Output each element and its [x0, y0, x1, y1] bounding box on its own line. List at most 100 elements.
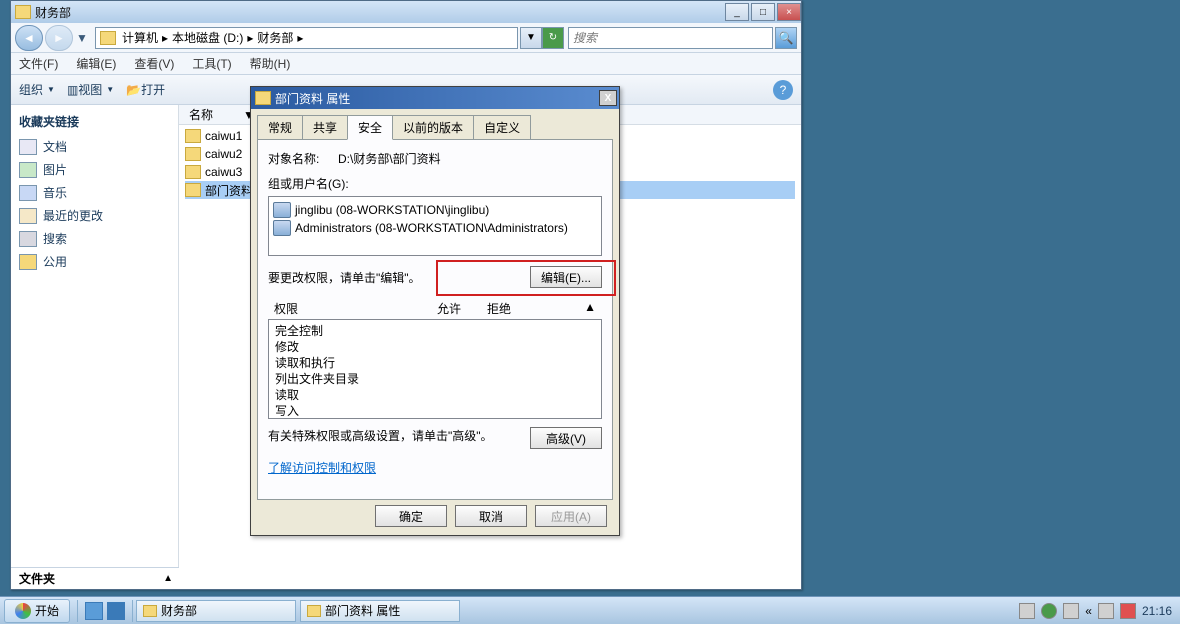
- advanced-button[interactable]: 高级(V): [530, 427, 602, 449]
- open-button[interactable]: 📂 打开: [126, 81, 165, 98]
- tab-1[interactable]: 共享: [302, 115, 348, 139]
- folder-icon: [307, 605, 321, 617]
- scroll-up-icon[interactable]: ▲: [584, 300, 596, 317]
- window-title: 财务部: [35, 4, 71, 21]
- groups-list[interactable]: jinglibu (08-WORKSTATION\jinglibu)Admini…: [268, 196, 602, 256]
- menu-tools[interactable]: 工具(T): [192, 55, 231, 72]
- refresh-button[interactable]: ↻: [542, 27, 564, 49]
- tray-icon[interactable]: [1019, 603, 1035, 619]
- apply-button[interactable]: 应用(A): [535, 505, 607, 527]
- tab-3[interactable]: 以前的版本: [392, 115, 474, 139]
- menu-edit[interactable]: 编辑(E): [76, 55, 116, 72]
- recent-icon: [19, 208, 37, 224]
- pic-icon: [19, 162, 37, 178]
- taskbar-item[interactable]: 部门资料 属性: [300, 600, 460, 622]
- history-dropdown[interactable]: ▼: [75, 31, 89, 45]
- public-icon: [19, 254, 37, 270]
- chevron-up-icon: ▲: [163, 573, 173, 584]
- tab-4[interactable]: 自定义: [473, 115, 531, 139]
- minimize-button[interactable]: _: [725, 3, 749, 21]
- sidebar-title: 收藏夹链接: [19, 113, 170, 130]
- permission-item[interactable]: 修改: [275, 338, 595, 354]
- menu-file[interactable]: 文件(F): [19, 55, 58, 72]
- user-icon: [273, 220, 291, 236]
- system-tray: « 21:16: [1019, 603, 1180, 619]
- tab-0[interactable]: 常规: [257, 115, 303, 139]
- permission-item[interactable]: 列出文件夹目录: [275, 370, 595, 386]
- tray-icon[interactable]: [1120, 603, 1136, 619]
- learn-link[interactable]: 了解访问控制和权限: [268, 459, 376, 476]
- dialog-titlebar[interactable]: 部门资料 属性 X: [251, 87, 619, 109]
- windows-logo-icon: [15, 603, 31, 619]
- tray-arrow-icon[interactable]: «: [1085, 604, 1092, 618]
- close-button[interactable]: X: [599, 90, 617, 106]
- user-icon: [273, 202, 291, 218]
- addr-dropdown[interactable]: ▼: [520, 27, 542, 49]
- titlebar[interactable]: 财务部 _ □ ×: [11, 1, 801, 23]
- folder-icon: [100, 31, 116, 45]
- search-button[interactable]: 🔍: [775, 27, 797, 49]
- sidebar-item-music[interactable]: 音乐: [19, 184, 170, 201]
- permission-item[interactable]: 写入: [275, 402, 595, 418]
- sidebar-footer[interactable]: 文件夹 ▲: [11, 567, 179, 589]
- permission-item[interactable]: 读取和执行: [275, 354, 595, 370]
- quick-launch-icon[interactable]: [107, 602, 125, 620]
- tray-icon[interactable]: [1098, 603, 1114, 619]
- permissions-list[interactable]: 完全控制修改读取和执行列出文件夹目录读取写入: [268, 319, 602, 419]
- perm-deny-col: 拒绝: [474, 300, 524, 317]
- forward-button[interactable]: ►: [45, 25, 73, 51]
- tab-bar: 常规共享安全以前的版本自定义: [257, 115, 613, 140]
- breadcrumb[interactable]: 本地磁盘 (D:): [170, 29, 245, 46]
- tray-icon[interactable]: [1041, 603, 1057, 619]
- folder-icon: [185, 129, 201, 143]
- nav-row: ◄ ► ▼ 计算机 ▸ 本地磁盘 (D:) ▸ 财务部 ▸ ▼ ↻ 搜索 🔍: [11, 23, 801, 53]
- taskbar: 开始 财务部 部门资料 属性 « 21:16: [0, 596, 1180, 624]
- ok-button[interactable]: 确定: [375, 505, 447, 527]
- permission-item[interactable]: 读取: [275, 386, 595, 402]
- edit-hint: 要更改权限，请单击"编辑"。: [268, 269, 530, 286]
- column-name[interactable]: 名称: [189, 106, 243, 123]
- views-button[interactable]: ▥ 视图▼: [67, 81, 114, 98]
- taskbar-item[interactable]: 财务部: [136, 600, 296, 622]
- close-button[interactable]: ×: [777, 3, 801, 21]
- back-button[interactable]: ◄: [15, 25, 43, 51]
- folder-icon: [185, 165, 201, 179]
- menu-help[interactable]: 帮助(H): [250, 55, 291, 72]
- group-item[interactable]: jinglibu (08-WORKSTATION\jinglibu): [273, 201, 597, 219]
- tray-icon[interactable]: [1063, 603, 1079, 619]
- sidebar-item-doc[interactable]: 文档: [19, 138, 170, 155]
- cancel-button[interactable]: 取消: [455, 505, 527, 527]
- search-icon: [19, 231, 37, 247]
- breadcrumb[interactable]: 财务部: [255, 29, 295, 46]
- permission-item[interactable]: 完全控制: [275, 322, 595, 338]
- sidebar: 收藏夹链接 文档图片音乐最近的更改搜索公用 文件夹 ▲: [11, 105, 179, 567]
- quick-launch-icon[interactable]: [85, 602, 103, 620]
- group-item[interactable]: Administrators (08-WORKSTATION\Administr…: [273, 219, 597, 237]
- clock[interactable]: 21:16: [1142, 604, 1172, 618]
- sidebar-item-recent[interactable]: 最近的更改: [19, 207, 170, 224]
- help-button[interactable]: ?: [773, 80, 793, 100]
- perm-label: 权限: [274, 300, 424, 317]
- object-value: D:\财务部\部门资料: [338, 150, 441, 167]
- folder-icon: [185, 183, 201, 197]
- object-label: 对象名称:: [268, 150, 338, 167]
- start-button[interactable]: 开始: [4, 599, 70, 623]
- organize-button[interactable]: 组织▼: [19, 81, 55, 98]
- doc-icon: [19, 139, 37, 155]
- folder-icon: [185, 147, 201, 161]
- perm-allow-col: 允许: [424, 300, 474, 317]
- menu-view[interactable]: 查看(V): [134, 55, 174, 72]
- address-bar[interactable]: 计算机 ▸ 本地磁盘 (D:) ▸ 财务部 ▸: [95, 27, 518, 49]
- search-input[interactable]: 搜索: [568, 27, 773, 49]
- breadcrumb[interactable]: 计算机: [120, 29, 160, 46]
- properties-dialog: 部门资料 属性 X 常规共享安全以前的版本自定义 对象名称: D:\财务部\部门…: [250, 86, 620, 536]
- tab-2[interactable]: 安全: [347, 115, 393, 140]
- dialog-title: 部门资料 属性: [275, 90, 350, 107]
- edit-button[interactable]: 编辑(E)...: [530, 266, 602, 288]
- menu-bar: 文件(F) 编辑(E) 查看(V) 工具(T) 帮助(H): [11, 53, 801, 75]
- folder-icon: [15, 5, 31, 19]
- maximize-button[interactable]: □: [751, 3, 775, 21]
- sidebar-item-public[interactable]: 公用: [19, 253, 170, 270]
- sidebar-item-search[interactable]: 搜索: [19, 230, 170, 247]
- sidebar-item-pic[interactable]: 图片: [19, 161, 170, 178]
